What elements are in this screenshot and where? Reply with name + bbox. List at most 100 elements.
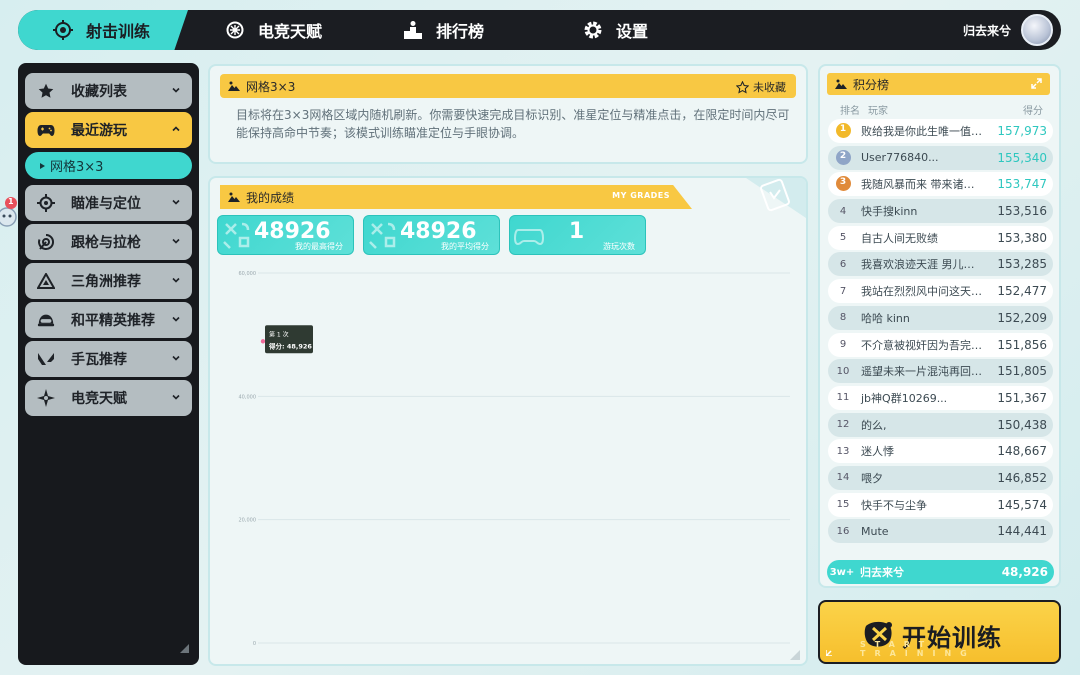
start-training-label-en: START TRAINING	[860, 640, 976, 658]
player-name: 遥望未来一片混沌再回首望	[861, 365, 982, 379]
nav-tab-label: 电竞天赋	[258, 22, 323, 41]
leaderboard-row[interactable]: 12 的么, 150,438	[828, 412, 1053, 437]
sidebar-subitem-grid3x3[interactable]: 网格3×3	[25, 152, 192, 179]
sidebar-item-label: 手瓦推荐	[71, 352, 127, 368]
sidebar-item-recent[interactable]: 最近游玩	[25, 112, 192, 148]
player-score: 148,667	[997, 444, 1047, 459]
resize-handle-icon[interactable]	[180, 644, 189, 653]
leaderboard-row[interactable]: 2 User776840... 155,340	[828, 145, 1053, 170]
rank-number: 7	[839, 285, 847, 297]
my-rank: 3w+	[829, 566, 855, 578]
nav-tab-esports-talent[interactable]: 电竞天赋	[224, 10, 322, 50]
crosshair-icon	[37, 194, 55, 212]
favorite-toggle[interactable]: 未收藏	[736, 79, 786, 95]
leaderboard-row[interactable]: 8 哈哈 kinn 152,209	[828, 305, 1053, 330]
sidebar-item-peace-elite[interactable]: 和平精英推荐	[25, 302, 192, 338]
mode-title-bar: 网格3×3 未收藏	[220, 74, 796, 98]
start-training-button[interactable]: 开始训练 START TRAINING	[818, 600, 1061, 664]
username: 归去来兮	[962, 23, 1011, 38]
chevron-down-icon	[172, 316, 180, 322]
leaderboard-row[interactable]: 14 喂夕 146,852	[828, 465, 1053, 490]
player-name: 的么,	[861, 418, 887, 432]
medal-rank: 3	[828, 175, 858, 193]
column-player: 玩家	[868, 106, 888, 117]
column-score: 得分	[1023, 106, 1043, 117]
nav-tab-shooting-training[interactable]: 射击训练	[18, 10, 188, 50]
tracking-icon	[37, 233, 55, 251]
leaderboard-row[interactable]: 13 迷人悸 148,667	[828, 439, 1053, 464]
gamepad-icon	[37, 121, 55, 139]
sidebar-item-label: 最近游玩	[71, 123, 127, 139]
my-score: 48,926	[1001, 565, 1048, 579]
sidebar-item-label: 电竞天赋	[71, 391, 127, 407]
leaderboard-row[interactable]: 1 败给我是你此生唯一值得骄傲的事 157,973	[828, 119, 1053, 143]
my-rank-row[interactable]: 3w+ 归去来兮 48,926	[827, 560, 1054, 584]
rank-number: 15	[836, 499, 850, 511]
chevron-down-icon	[172, 87, 180, 93]
player-score: 145,574	[997, 497, 1047, 512]
rank-number: 14	[836, 472, 850, 484]
mode-info-card: 网格3×3 未收藏 目标将在3×3网格区域内随机刷新。你需要快速完成目标识别、准…	[208, 64, 808, 164]
resize-handle-icon[interactable]	[790, 650, 800, 660]
player-score: 152,477	[997, 284, 1047, 299]
nav-tab-settings[interactable]: 设置	[582, 10, 648, 50]
floating-assistant[interactable]: 1	[0, 197, 20, 227]
leaderboard-row[interactable]: 16 Mute 144,441	[828, 519, 1053, 544]
player-score: 151,805	[997, 364, 1047, 379]
leaderboard-row[interactable]: 7 我站在烈烈风中问这天地间 152,477	[828, 279, 1053, 304]
user-profile[interactable]: 归去来兮	[963, 14, 1053, 46]
player-score: 144,441	[997, 524, 1047, 539]
player-name: jb神Q群10269...	[861, 391, 948, 405]
sidebar-item-valorant[interactable]: 手瓦推荐	[25, 341, 192, 377]
rank-number: 6	[839, 258, 847, 270]
rank-number: 12	[836, 419, 850, 431]
player-name: 快手不与尘争	[861, 498, 927, 512]
mountain-icon	[835, 79, 847, 89]
leaderboard-row[interactable]: 9 不介意被视奸因为吾完美无缺 151,856	[828, 332, 1053, 357]
data-point[interactable]	[260, 339, 266, 344]
leaderboard-row[interactable]: 3 我随风暴而来 带来诸神的黄昏 153,747	[828, 172, 1053, 197]
sidebar-item-favorites[interactable]: 收藏列表	[25, 73, 192, 109]
mode-title: 网格3×3	[246, 79, 296, 94]
tooltip-title: 第 1 次	[269, 330, 289, 338]
leaderboard-row[interactable]: 10 遥望未来一片混沌再回首望 151,805	[828, 359, 1053, 384]
nav-tab-leaderboard[interactable]: 排行榜	[402, 10, 484, 50]
sidebar-subitem-label: 网格3×3	[50, 160, 104, 175]
nav-tab-label: 排行榜	[436, 22, 485, 41]
y-tick-label: 0	[253, 641, 256, 647]
medal-icon: 1	[835, 123, 851, 138]
rank-number: 10	[836, 365, 850, 377]
my-name: 归去来兮	[860, 566, 904, 579]
leaderboard-row[interactable]: 6 我喜欢浪迹天涯 男儿本色 153,285	[828, 252, 1053, 277]
player-score: 152,209	[997, 310, 1047, 325]
leaderboard-header: 排名 玩家 得分	[840, 102, 1043, 117]
sidebar-item-esports-talent[interactable]: 电竞天赋	[25, 380, 192, 416]
notification-badge: 1	[8, 197, 14, 206]
leaderboard-title-bar: 积分榜	[827, 73, 1050, 95]
expand-icon[interactable]	[1031, 78, 1042, 89]
player-score: 153,285	[997, 257, 1047, 272]
player-name: 我随风暴而来 带来诸神的黄昏	[861, 178, 982, 192]
avatar[interactable]	[1021, 14, 1053, 46]
player-name: 我站在烈烈风中问这天地间	[861, 285, 982, 299]
leaderboard-row[interactable]: 4 快手搜kinn 153,516	[828, 199, 1053, 224]
sidebar-item-aim-positioning[interactable]: 瞄准与定位	[25, 185, 192, 221]
helmet-icon	[37, 311, 55, 329]
category-sidebar: 收藏列表 最近游玩 网格3×3 瞄准与定位 跟枪与拉枪 三角洲推荐 和平精英推荐…	[18, 63, 199, 665]
chart-tooltip: 第 1 次得分: 48,926	[265, 325, 313, 354]
nav-tab-label: 设置	[616, 22, 649, 41]
y-tick-label: 20,000	[239, 518, 257, 524]
leaderboard-row[interactable]: 11 jb神Q群10269... 151,367	[828, 385, 1053, 410]
leaderboard-list: 1败给我是你此生唯一值得骄傲的事157,9732User776840...155…	[828, 119, 1053, 546]
player-score: 153,516	[997, 204, 1047, 219]
rank-number: 2	[839, 150, 847, 161]
player-name: 快手搜kinn	[861, 205, 918, 219]
leaderboard-row[interactable]: 15 快手不与尘争 145,574	[828, 492, 1053, 517]
leaderboard-row[interactable]: 5 自古人间无败绩 153,380	[828, 225, 1053, 250]
tooltip-value: 得分: 48,926	[268, 341, 312, 350]
sidebar-item-delta-force[interactable]: 三角洲推荐	[25, 263, 192, 299]
mode-description: 目标将在3×3网格区域内随机刷新。你需要快速完成目标识别、准星定位与精准点击，在…	[236, 108, 790, 140]
nav-tab-label: 射击训练	[86, 22, 151, 41]
sidebar-item-tracking-flick[interactable]: 跟枪与拉枪	[25, 224, 192, 260]
player-score: 151,856	[997, 337, 1047, 352]
